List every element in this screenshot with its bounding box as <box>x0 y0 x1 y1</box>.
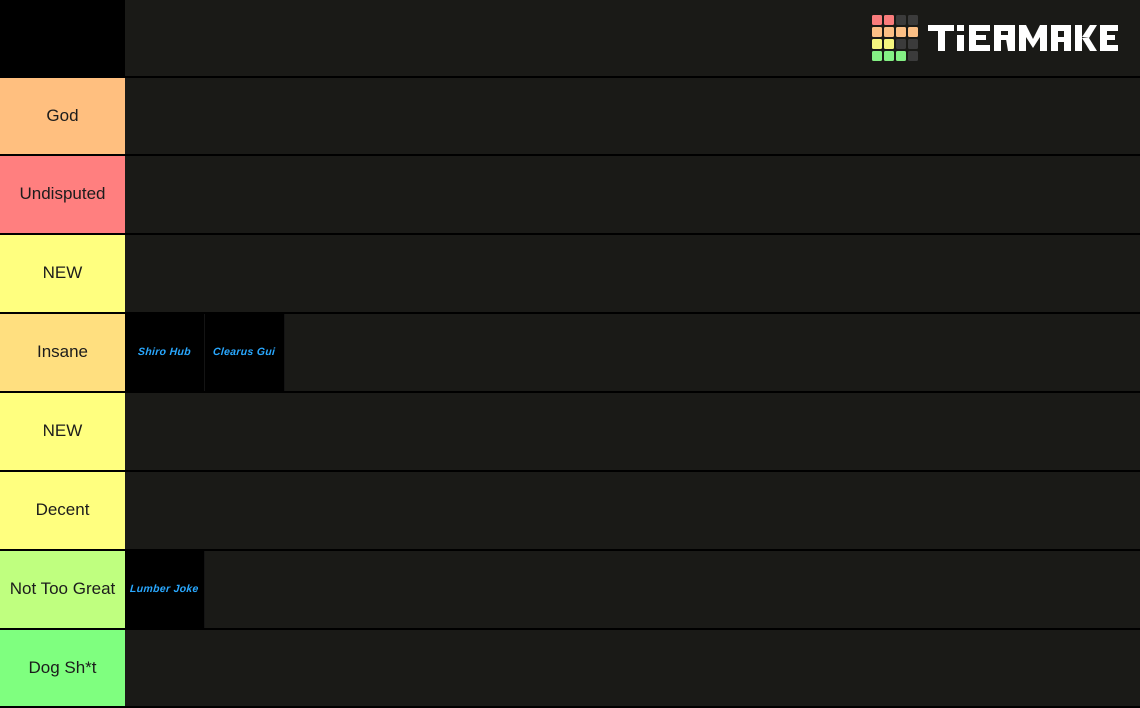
tier-label-text: NEW <box>42 263 83 283</box>
tier-label-text: God <box>46 105 79 125</box>
tier-label-cell[interactable]: NEW <box>0 393 125 470</box>
logo-cell-r1-c1 <box>884 27 894 37</box>
tier-label-cell[interactable]: NEW <box>0 235 125 312</box>
tier-item-label: Clearus Gui <box>212 346 277 359</box>
tiermaker-wordmark-svg <box>928 25 1118 51</box>
logo-cell-r0-c3 <box>908 15 918 25</box>
tiermaker-logo <box>872 15 1118 61</box>
tier-item-label: Lumber Joke <box>129 583 200 596</box>
header-label-cell <box>0 0 125 78</box>
tier-rows-container: God Undisputed NEW Insane Shiro Hub Clearus G… <box>0 78 1140 708</box>
tier-item-label: Shiro Hub <box>137 346 192 359</box>
tier-label-cell[interactable]: Undisputed <box>0 156 125 233</box>
tier-item-dropzone[interactable] <box>125 156 1140 233</box>
tier-label-cell[interactable]: Decent <box>0 472 125 549</box>
tier-item[interactable]: Shiro Hub <box>125 314 205 391</box>
tier-row: NEW <box>0 235 1140 314</box>
tier-label-cell[interactable]: Insane <box>0 314 125 391</box>
tier-item-dropzone[interactable] <box>125 78 1140 154</box>
tier-item[interactable]: Lumber Joke <box>125 551 205 628</box>
tier-list-app: God Undisputed NEW Insane Shiro Hub Clearus G… <box>0 0 1140 708</box>
tier-label-text: NEW <box>42 421 83 441</box>
tier-label-text: Not Too Great <box>9 579 116 599</box>
logo-cell-r2-c2 <box>896 39 906 49</box>
logo-cell-r3-c2 <box>896 51 906 61</box>
logo-cell-r3-c1 <box>884 51 894 61</box>
logo-cell-r0-c1 <box>884 15 894 25</box>
tier-row: God <box>0 78 1140 156</box>
tier-label-cell[interactable]: Dog Sh*t <box>0 630 125 706</box>
tier-row: Not Too Great Lumber Joke <box>0 551 1140 630</box>
tier-list-header <box>0 0 1140 78</box>
logo-cell-r2-c3 <box>908 39 918 49</box>
tier-row: NEW <box>0 393 1140 472</box>
logo-cell-r3-c0 <box>872 51 882 61</box>
logo-cell-r3-c3 <box>908 51 918 61</box>
tier-label-text: Decent <box>35 500 90 520</box>
tier-label-text: Insane <box>36 342 89 362</box>
tier-label-cell[interactable]: God <box>0 78 125 154</box>
tier-label-text: Dog Sh*t <box>28 657 97 677</box>
tier-item-dropzone[interactable]: Shiro Hub Clearus Gui <box>125 314 1140 391</box>
tier-item-dropzone[interactable] <box>125 235 1140 312</box>
tier-item-dropzone[interactable] <box>125 472 1140 549</box>
logo-wordmark <box>928 21 1118 55</box>
logo-cell-r0-c0 <box>872 15 882 25</box>
tier-item-dropzone[interactable] <box>125 630 1140 706</box>
logo-grid-icon <box>872 15 918 61</box>
tier-row: Decent <box>0 472 1140 551</box>
tier-label-text: Undisputed <box>19 184 106 204</box>
tier-label-cell[interactable]: Not Too Great <box>0 551 125 628</box>
tier-row: Undisputed <box>0 156 1140 235</box>
logo-cell-r1-c3 <box>908 27 918 37</box>
header-logo-area <box>125 0 1140 78</box>
logo-cell-r1-c0 <box>872 27 882 37</box>
logo-cell-r1-c2 <box>896 27 906 37</box>
tier-item-dropzone[interactable]: Lumber Joke <box>125 551 1140 628</box>
logo-cell-r0-c2 <box>896 15 906 25</box>
tier-row: Dog Sh*t <box>0 630 1140 708</box>
tier-row: Insane Shiro Hub Clearus Gui <box>0 314 1140 393</box>
tier-item-dropzone[interactable] <box>125 393 1140 470</box>
logo-cell-r2-c0 <box>872 39 882 49</box>
tier-item[interactable]: Clearus Gui <box>205 314 285 391</box>
logo-cell-r2-c1 <box>884 39 894 49</box>
